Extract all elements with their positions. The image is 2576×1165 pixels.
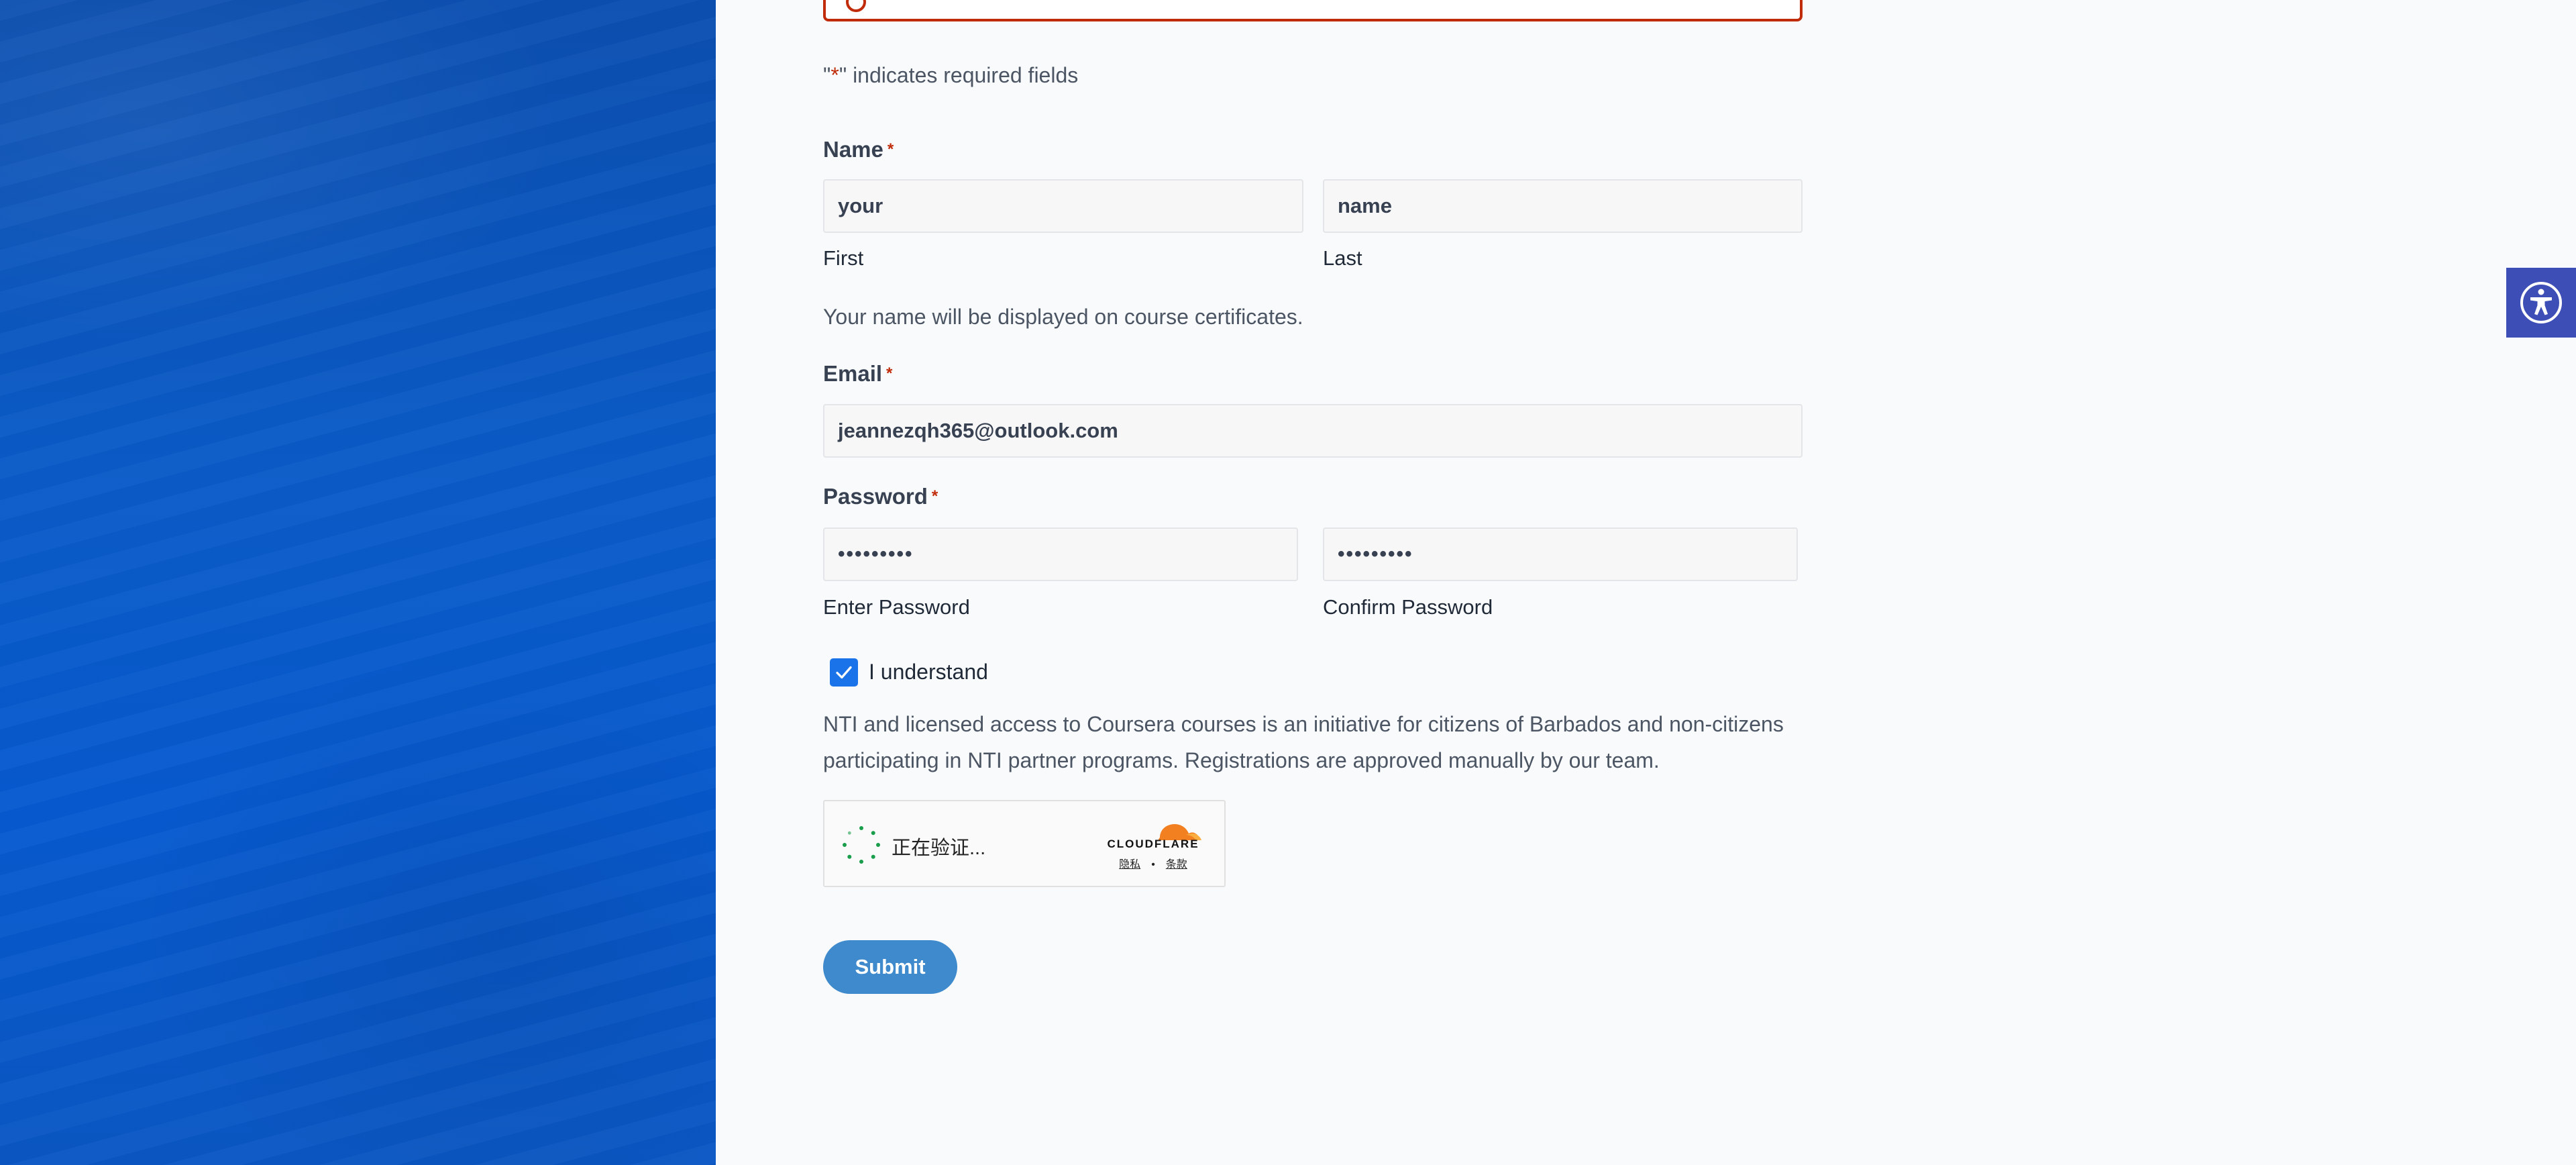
first-name-sublabel: First	[823, 246, 864, 270]
confirm-password-masked-value: •••••••••	[1338, 543, 1413, 565]
privacy-link[interactable]: 隐私	[1119, 859, 1140, 870]
side-background-panel	[0, 0, 716, 1165]
cloudflare-wordmark: CLOUDFLARE	[1107, 838, 1199, 850]
first-name-input[interactable]: your	[823, 179, 1303, 233]
accessibility-icon	[2520, 282, 2562, 323]
confirm-password-sublabel: Confirm Password	[1323, 595, 1493, 619]
captcha-links: 隐私 • 条款	[1099, 855, 1207, 871]
required-fields-note: "*" indicates required fields	[823, 63, 1078, 88]
enter-password-sublabel: Enter Password	[823, 595, 970, 619]
email-label: Email *	[823, 361, 892, 387]
terms-link[interactable]: 条款	[1166, 859, 1187, 870]
email-value: jeannezqh365@outlook.com	[838, 419, 1118, 442]
last-name-value: name	[1338, 194, 1392, 217]
panel-texture	[0, 0, 716, 1165]
password-masked-value: •••••••••	[838, 543, 914, 565]
loading-spinner-icon	[843, 826, 880, 864]
first-name-value: your	[838, 194, 883, 217]
understand-label[interactable]: I understand	[869, 660, 988, 685]
password-label: Password *	[823, 484, 938, 509]
password-label-text: Password	[823, 484, 928, 509]
name-hint: Your name will be displayed on course ce…	[823, 305, 1303, 329]
name-label-text: Name	[823, 137, 883, 162]
required-note-star: *	[830, 63, 839, 87]
captcha-status: 正在验证...	[892, 838, 986, 859]
password-input[interactable]: •••••••••	[823, 527, 1298, 581]
accessibility-toolbar-button[interactable]	[2506, 268, 2576, 338]
password-required-marker: *	[931, 487, 938, 505]
error-circle-icon	[846, 0, 866, 12]
eligibility-notice: NTI and licensed access to Coursera cour…	[823, 712, 1784, 772]
link-separator: •	[1151, 859, 1155, 870]
name-required-marker: *	[887, 140, 894, 158]
understand-checkbox[interactable]	[830, 658, 858, 687]
email-required-marker: *	[886, 364, 893, 383]
checkmark-icon	[836, 666, 852, 679]
required-note-quote-open: "	[823, 63, 831, 87]
required-note-text: " indicates required fields	[839, 63, 1079, 87]
name-label: Name *	[823, 137, 894, 162]
last-name-input[interactable]: name	[1323, 179, 1803, 233]
last-name-sublabel: Last	[1323, 246, 1362, 270]
email-field[interactable]: jeannezqh365@outlook.com	[823, 404, 1803, 458]
submit-button[interactable]: Submit	[823, 940, 957, 994]
confirm-password-input[interactable]: •••••••••	[1323, 527, 1798, 581]
cloudflare-turnstile-widget[interactable]: 正在验证... CLOUDFLARE 隐私 • 条款	[823, 800, 1226, 887]
email-label-text: Email	[823, 361, 883, 386]
validation-error-box	[823, 0, 1803, 21]
page: "*" indicates required fields Name * your…	[0, 0, 2576, 1165]
